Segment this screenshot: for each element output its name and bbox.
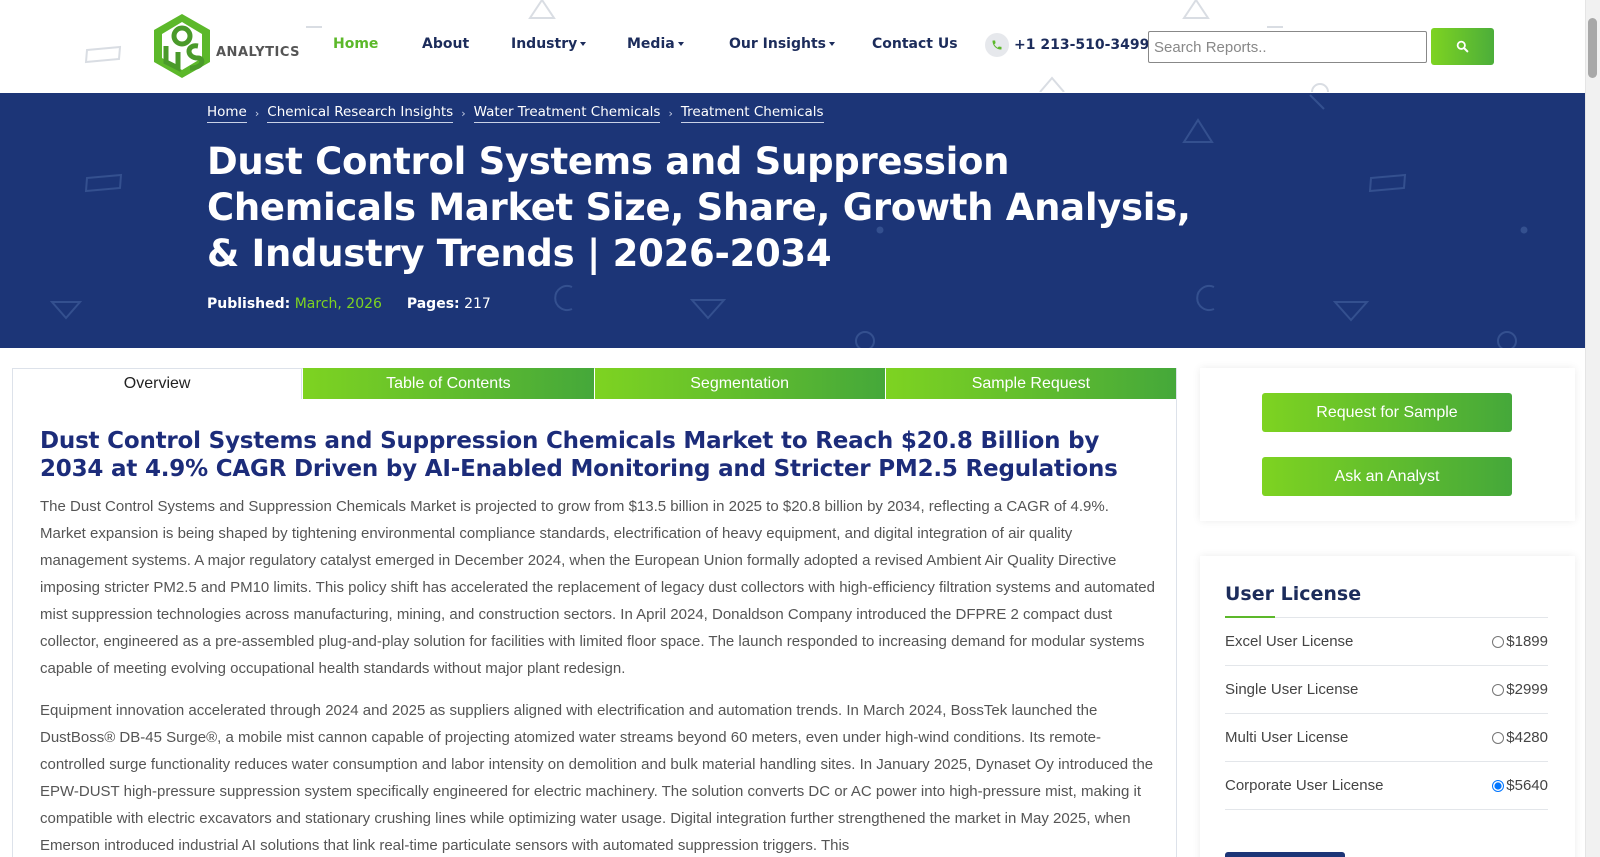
page-title: Dust Control Systems and Suppression Che… — [207, 140, 1191, 275]
decor-circle-icon — [1497, 331, 1517, 348]
license-price: $1899 — [1506, 633, 1548, 650]
buy-now-button[interactable] — [1225, 852, 1345, 857]
license-name: Corporate User License — [1225, 777, 1384, 794]
decor-triangle-icon — [690, 299, 726, 320]
nav-about[interactable]: About — [422, 36, 469, 52]
breadcrumb-separator-icon: › — [254, 107, 260, 120]
license-option-excel[interactable]: Excel User License $1899 — [1225, 618, 1548, 666]
license-option-corporate[interactable]: Corporate User License $5640 — [1225, 762, 1548, 810]
logo-text: ANALYTICS — [216, 45, 301, 60]
decor-triangle-icon — [528, 0, 556, 19]
phone-number[interactable]: +1 213-510-3499 — [1014, 37, 1149, 53]
license-option-multi[interactable]: Multi User License $4280 — [1225, 714, 1548, 762]
request-sample-button[interactable]: Request for Sample — [1262, 393, 1512, 432]
decor-triangle-icon — [50, 301, 82, 320]
decor-ring-icon — [1196, 285, 1215, 311]
nav-industry-label: Industry — [511, 36, 578, 52]
nav-industry[interactable]: Industry — [511, 36, 587, 52]
published-label: Published: — [207, 296, 291, 312]
nav-our-insights[interactable]: Our Insights — [729, 36, 835, 52]
caret-down-icon — [580, 42, 587, 46]
decor-ring-icon — [554, 285, 573, 311]
license-option-single[interactable]: Single User License $2999 — [1225, 666, 1548, 714]
breadcrumb-separator-icon: › — [668, 107, 673, 120]
caret-down-icon — [828, 42, 835, 46]
decor-parallelogram-icon — [84, 173, 123, 193]
tab-segmentation[interactable]: Segmentation — [594, 368, 885, 399]
search-button[interactable] — [1431, 28, 1494, 65]
caret-down-icon — [677, 42, 684, 46]
decor-triangle-icon — [1039, 76, 1065, 92]
breadcrumb-chemical-research-insights[interactable]: Chemical Research Insights — [267, 104, 454, 123]
nav-contact-us[interactable]: Contact Us — [872, 36, 958, 52]
tab-sample-request[interactable]: Sample Request — [885, 368, 1176, 399]
ask-analyst-button[interactable]: Ask an Analyst — [1262, 457, 1512, 496]
license-price: $2999 — [1506, 681, 1548, 698]
scrollbar-thumb[interactable] — [1588, 18, 1597, 78]
breadcrumb: Home › Chemical Research Insights › Wate… — [207, 104, 824, 123]
search-icon — [1456, 40, 1469, 53]
decor-parallelogram-icon — [1368, 173, 1407, 193]
license-radio[interactable] — [1492, 683, 1505, 696]
license-radio[interactable] — [1492, 731, 1505, 744]
license-price: $5640 — [1506, 777, 1548, 794]
tab-overview[interactable]: Overview — [12, 368, 303, 399]
license-name: Multi User License — [1225, 729, 1349, 746]
decor-dash-icon — [306, 26, 322, 28]
license-name: Single User License — [1225, 681, 1359, 698]
content-paragraph: The Dust Control Systems and Suppression… — [40, 498, 1155, 677]
logo-mark-icon — [154, 14, 210, 78]
pages-count: 217 — [464, 296, 491, 312]
license-price: $4280 — [1506, 729, 1548, 746]
hero-banner: Home › Chemical Research Insights › Wate… — [0, 93, 1585, 348]
license-radio[interactable] — [1492, 779, 1505, 792]
decor-triangle-icon — [1182, 0, 1210, 19]
content-paragraph: Equipment innovation accelerated through… — [40, 702, 1154, 854]
site-header: ANALYTICS Home About Industry Media Our … — [0, 0, 1585, 92]
decor-dash-icon — [1309, 94, 1325, 110]
nav-media[interactable]: Media — [627, 36, 684, 52]
decor-circle-icon — [855, 331, 875, 348]
decor-parallelogram-icon — [84, 45, 122, 64]
nav-home[interactable]: Home — [333, 36, 378, 52]
logo[interactable]: ANALYTICS — [150, 12, 300, 80]
pages-label: Pages: — [406, 296, 460, 312]
decor-triangle-icon — [1333, 301, 1369, 322]
published-date: March, 2026 — [294, 296, 382, 312]
breadcrumb-home[interactable]: Home — [207, 104, 247, 123]
breadcrumb-separator-icon: › — [461, 107, 466, 120]
user-license-card: User License Excel User License $1899 Si… — [1200, 556, 1575, 857]
nav-contact-us-label: Contact Us — [872, 36, 958, 52]
nav-media-label: Media — [627, 36, 675, 52]
decor-dash-icon — [1267, 26, 1283, 28]
report-tabs: Overview Table of Contents Segmentation … — [12, 368, 1177, 400]
license-name: Excel User License — [1225, 633, 1354, 650]
license-title: User License — [1225, 583, 1362, 605]
decor-dot-icon — [1520, 226, 1528, 234]
breadcrumb-water-treatment-chemicals[interactable]: Water Treatment Chemicals — [473, 104, 661, 123]
content-heading: Dust Control Systems and Suppression Che… — [40, 428, 1118, 482]
decor-ring-icon — [1311, 83, 1329, 92]
sidebar-actions-card: Request for Sample Ask an Analyst — [1200, 368, 1575, 521]
nav-about-label: About — [422, 36, 470, 52]
report-meta: Published: March, 2026 Pages: 217 — [207, 296, 491, 312]
nav-our-insights-label: Our Insights — [729, 36, 826, 52]
breadcrumb-treatment-chemicals[interactable]: Treatment Chemicals — [680, 104, 824, 123]
nav-home-label: Home — [333, 36, 379, 52]
tab-table-of-contents[interactable]: Table of Contents — [303, 368, 594, 399]
phone-icon — [985, 33, 1009, 57]
page-scrollbar[interactable] — [1585, 0, 1600, 857]
search-input[interactable] — [1148, 31, 1427, 63]
license-radio[interactable] — [1492, 635, 1505, 648]
